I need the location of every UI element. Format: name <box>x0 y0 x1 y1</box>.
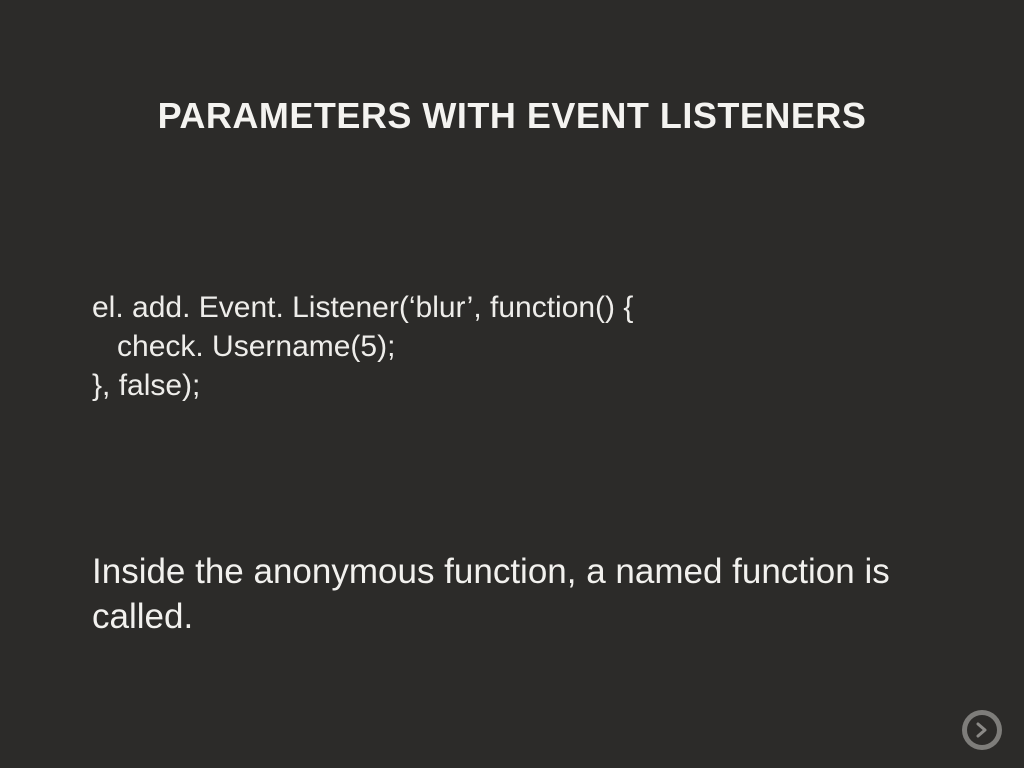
slide-body-text: Inside the anonymous function, a named f… <box>92 550 932 640</box>
slide-title: PARAMETERS WITH EVENT LISTENERS <box>0 95 1024 137</box>
code-line-2: check. Username(5); <box>92 327 633 366</box>
code-line-1: el. add. Event. Listener(‘blur’, functio… <box>92 288 633 327</box>
slide: PARAMETERS WITH EVENT LISTENERS el. add.… <box>0 0 1024 768</box>
code-line-3: }, false); <box>92 366 633 405</box>
next-slide-button[interactable] <box>962 710 1002 750</box>
code-example: el. add. Event. Listener(‘blur’, functio… <box>92 288 633 405</box>
arrow-right-icon <box>967 715 997 745</box>
